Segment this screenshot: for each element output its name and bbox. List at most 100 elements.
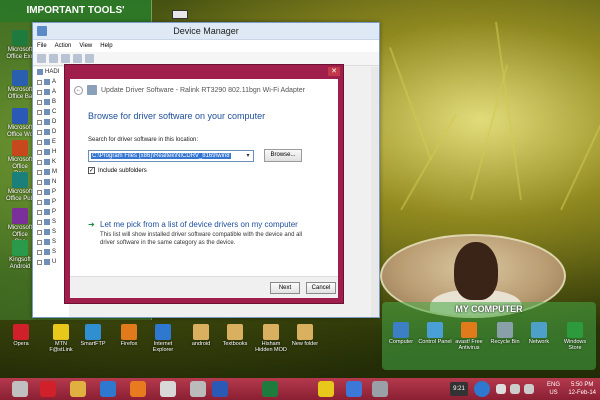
minimized-window-icon[interactable] [172, 10, 188, 19]
clock[interactable]: 5:50 PM 12-Feb-14 [568, 381, 596, 397]
taskbar: 9:21 ENG US 5:50 PM 12-Feb-14 [0, 378, 600, 400]
expand-icon[interactable] [37, 109, 42, 115]
desktop-icon-smartftp[interactable]: SmartFTP [76, 324, 110, 347]
device-icon [44, 239, 50, 245]
chrome-icon[interactable] [160, 381, 176, 397]
pick-from-list-title[interactable]: Let me pick from a list of device driver… [100, 220, 318, 229]
forward-icon[interactable] [49, 54, 58, 63]
expand-icon[interactable] [37, 89, 42, 95]
tray-badge[interactable]: 9:21 [450, 382, 468, 396]
device-icon [44, 129, 50, 135]
desktop-icon-new-folder[interactable]: New folder [288, 324, 322, 347]
tool-publisher[interactable]: Microsoft Office Pub [6, 172, 34, 203]
expand-icon[interactable] [37, 239, 42, 245]
help-icon[interactable] [474, 381, 490, 397]
back-arrow-icon[interactable]: ← [74, 85, 83, 95]
my-computer-title: MY COMPUTER [455, 304, 523, 314]
smartftp-icon [85, 324, 101, 340]
dialog-header: ← Update Driver Software - Ralink RT3290… [70, 79, 338, 101]
menu-action[interactable]: Action [55, 43, 72, 49]
desktop-icon-mtn[interactable]: MTN F@stLink [44, 324, 78, 353]
properties-icon[interactable] [61, 54, 70, 63]
office-icon [12, 70, 28, 86]
device-icon [44, 229, 50, 235]
tray-up-arrow-icon[interactable] [496, 384, 506, 394]
desktop-icon-hisham-mod[interactable]: Hisham Hidden MOD [254, 324, 288, 353]
chevron-down-icon[interactable]: ▾ [243, 151, 253, 161]
tool-excel[interactable]: Microsoft Office Exc [6, 30, 34, 61]
window-title: Device Manager [173, 26, 239, 36]
pes-icon[interactable] [318, 381, 334, 397]
desktop-icon-firefox[interactable]: Firefox [112, 324, 146, 347]
expand-icon[interactable] [37, 149, 42, 155]
expand-icon[interactable] [37, 259, 42, 265]
explorer-folder-icon[interactable] [70, 381, 86, 397]
opera-icon[interactable] [40, 381, 56, 397]
photo-head [454, 242, 498, 300]
desktop-icon-windows-store[interactable]: Windows Store [558, 322, 592, 351]
scan-icon[interactable] [85, 54, 94, 63]
expand-icon[interactable] [37, 229, 42, 235]
desktop-icon-textbooks[interactable]: Textbooks [218, 324, 252, 347]
tool-kingsoft[interactable]: Kingsoft Android [6, 240, 34, 271]
expand-icon[interactable] [37, 79, 42, 85]
sound-icon[interactable] [190, 381, 206, 397]
desktop-icon-network[interactable]: Network [522, 322, 556, 345]
ie-icon[interactable] [100, 381, 116, 397]
driver-path-combobox[interactable]: C:\Program Files (x86)\Realtek\NICDRV_81… [88, 150, 254, 162]
network-tray-icon[interactable] [510, 384, 520, 394]
expand-icon[interactable] [37, 249, 42, 255]
tool-word[interactable]: Microsoft Office Wo [6, 108, 34, 139]
desktop-icon-avast[interactable]: avast! Free Antivirus [452, 322, 486, 351]
expand-icon[interactable] [37, 179, 42, 185]
volume-tray-icon[interactable] [524, 384, 534, 394]
checkbox-checked-icon[interactable]: ✓ [88, 167, 95, 174]
desktop-icon-opera[interactable]: Opera [4, 324, 38, 347]
expand-icon[interactable] [37, 209, 42, 215]
expand-icon[interactable] [37, 199, 42, 205]
input-language[interactable]: ENG US [547, 381, 560, 397]
expand-icon[interactable] [37, 169, 42, 175]
expand-icon[interactable] [37, 219, 42, 225]
search-location-label: Search for driver software in this locat… [88, 137, 199, 143]
region-label: US [549, 390, 558, 396]
excel-icon[interactable] [262, 381, 278, 397]
back-icon[interactable] [37, 54, 46, 63]
windows-store-icon [567, 322, 583, 338]
vertical-scrollbar[interactable] [371, 67, 379, 317]
expand-icon[interactable] [37, 119, 42, 125]
expand-icon[interactable] [37, 99, 42, 105]
menu-view[interactable]: View [79, 43, 92, 49]
menu-help[interactable]: Help [100, 43, 112, 49]
pick-from-list-option[interactable]: ➜ Let me pick from a list of device driv… [88, 220, 318, 247]
desktop-icon-ie[interactable]: Internet Explorer [146, 324, 180, 353]
expand-icon[interactable] [37, 129, 42, 135]
expand-icon[interactable] [37, 189, 42, 195]
start-icon[interactable] [12, 381, 28, 397]
next-button[interactable]: Next [270, 282, 300, 294]
device-manager-icon[interactable] [372, 381, 388, 397]
media-player-icon[interactable] [130, 381, 146, 397]
browse-button[interactable]: Browse... [264, 149, 302, 162]
device-icon [44, 249, 50, 255]
include-subfolders-checkbox[interactable]: ✓ Include subfolders [88, 167, 147, 174]
cancel-button[interactable]: Cancel [306, 282, 336, 294]
cloud-icon[interactable] [346, 381, 362, 397]
close-button[interactable]: ✕ [328, 67, 340, 76]
desktop-icon-computer[interactable]: Computer [384, 322, 418, 345]
desktop-icon-recycle-bin[interactable]: Recycle Bin [488, 322, 522, 345]
desktop-icon-control-panel[interactable]: Control Panel [418, 322, 452, 345]
tool-binder[interactable]: Microsoft Office Ba [6, 70, 34, 101]
word-icon[interactable] [212, 381, 228, 397]
expand-icon[interactable] [37, 159, 42, 165]
desktop-icon-android-folder[interactable]: android [184, 324, 218, 347]
help-icon[interactable] [73, 54, 82, 63]
device-icon [44, 139, 50, 145]
dialog-body: ← Update Driver Software - Ralink RT3290… [70, 79, 338, 298]
clock-time: 5:50 PM [570, 382, 594, 388]
language-label: ENG [546, 382, 560, 388]
expand-icon[interactable] [37, 139, 42, 145]
title-bar[interactable]: Device Manager [33, 23, 379, 40]
menu-file[interactable]: File [37, 43, 47, 49]
device-icon [44, 119, 50, 125]
